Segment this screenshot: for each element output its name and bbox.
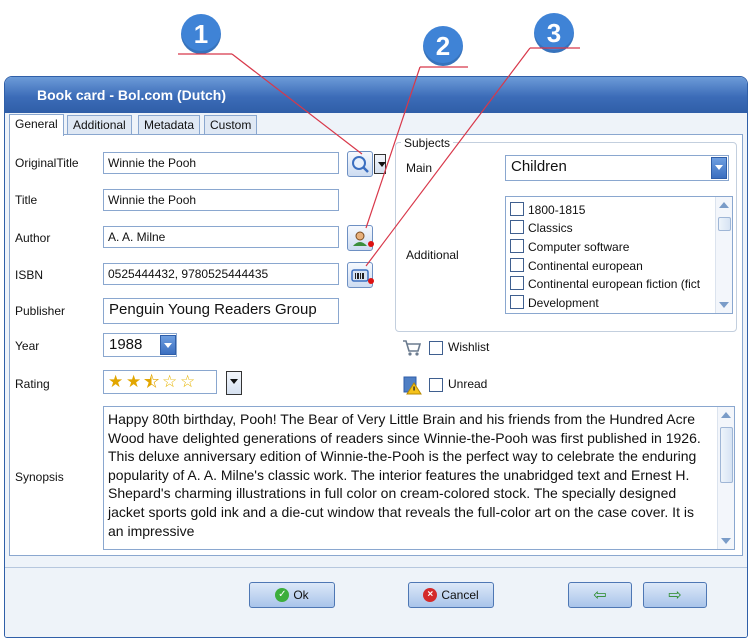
scroll-up-icon[interactable]: [721, 412, 731, 418]
year-label: Year: [15, 339, 40, 353]
scroll-down-icon[interactable]: [721, 538, 731, 544]
rating-star-icon[interactable]: ★: [108, 373, 123, 391]
callout-badge-1: 1: [181, 14, 221, 54]
original-title-label: OriginalTitle: [15, 156, 79, 170]
synopsis-text: Happy 80th birthday, Pooh! The Bear of V…: [108, 411, 701, 539]
scroll-down-icon[interactable]: [719, 302, 729, 308]
synopsis-scrollbar[interactable]: [717, 407, 734, 549]
window-title: Book card - Bol.com (Dutch): [37, 87, 227, 103]
scroll-thumb[interactable]: [720, 427, 733, 483]
checkbox[interactable]: [510, 239, 524, 253]
subjects-main-dropdown-arrow[interactable]: [711, 157, 727, 179]
scroll-up-icon[interactable]: [719, 202, 729, 208]
callout-dot-3: [368, 278, 374, 284]
subjects-main-select[interactable]: Children: [505, 155, 729, 181]
isbn-label: ISBN: [15, 268, 44, 282]
search-web-icon: [352, 156, 369, 173]
checkmark-icon: ✓: [275, 588, 290, 602]
original-title-search-button[interactable]: [347, 151, 373, 177]
wishlist-checkbox[interactable]: [429, 341, 443, 355]
original-title-field[interactable]: Winnie the Pooh: [103, 152, 339, 174]
rating-star-icon[interactable]: ★: [126, 373, 141, 391]
book-card-window: Book card - Bol.com (Dutch) General Addi…: [4, 76, 748, 638]
checkbox[interactable]: [510, 276, 524, 290]
callout-badge-2: 2: [423, 26, 463, 66]
tab-additional[interactable]: Additional: [67, 115, 132, 135]
wishlist-label: Wishlist: [448, 340, 490, 354]
synopsis-textarea[interactable]: Happy 80th birthday, Pooh! The Bear of V…: [103, 406, 735, 550]
author-lookup-button[interactable]: [347, 225, 374, 251]
next-record-button[interactable]: ⇨: [643, 582, 707, 608]
arrow-left-icon: ⇦: [593, 587, 607, 604]
arrow-right-icon: ⇨: [668, 587, 682, 604]
author-field[interactable]: A. A. Milne: [103, 226, 339, 248]
rating-stars[interactable]: ★ ★ ★ ☆ ☆: [103, 370, 217, 394]
unread-checkbox[interactable]: [429, 378, 443, 392]
list-item[interactable]: Classics: [510, 219, 573, 237]
publisher-field[interactable]: Penguin Young Readers Group: [103, 298, 339, 324]
callout-dot-2: [368, 241, 374, 247]
cart-icon: [403, 340, 422, 356]
rating-star-icon[interactable]: ☆: [162, 373, 177, 391]
unread-label: Unread: [448, 377, 488, 391]
tab-metadata[interactable]: Metadata: [138, 115, 201, 135]
isbn-field[interactable]: 0525444432, 9780525444435: [103, 263, 339, 285]
callout-badge-3: 3: [534, 13, 574, 53]
synopsis-label: Synopsis: [15, 470, 64, 484]
subjects-main-label: Main: [406, 161, 433, 175]
title-label: Title: [15, 193, 38, 207]
year-dropdown-arrow[interactable]: [160, 335, 176, 355]
list-item[interactable]: Continental european fiction (fict: [510, 275, 700, 293]
subjects-additional-list[interactable]: 1800-1815 Classics Computer software Con…: [505, 196, 733, 314]
title-bar[interactable]: Book card - Bol.com (Dutch): [5, 77, 747, 113]
warning-book-icon: [403, 376, 422, 395]
previous-record-button[interactable]: ⇦: [568, 582, 632, 608]
tab-custom-fields[interactable]: Custom fields: [204, 115, 258, 151]
subjects-group-title: Subjects: [401, 136, 454, 150]
checkbox[interactable]: [510, 220, 524, 234]
list-item[interactable]: 1800-1815: [510, 201, 585, 219]
list-item[interactable]: Continental european: [510, 257, 643, 275]
cancel-x-icon: ×: [423, 588, 438, 602]
title-field[interactable]: Winnie the Pooh: [103, 189, 339, 211]
original-title-dropdown[interactable]: [374, 154, 386, 174]
isbn-scan-button[interactable]: [347, 262, 374, 288]
subjects-additional-label: Additional: [406, 248, 459, 262]
rating-dropdown-arrow[interactable]: [226, 371, 242, 395]
checkbox[interactable]: [510, 202, 524, 216]
subjects-scrollbar[interactable]: [715, 197, 732, 313]
tab-general[interactable]: General: [9, 114, 64, 136]
scroll-thumb[interactable]: [718, 217, 731, 231]
rating-label: Rating: [15, 377, 50, 391]
rating-star-icon[interactable]: ☆: [180, 373, 195, 391]
checkbox[interactable]: [510, 295, 524, 309]
list-item[interactable]: Development: [510, 294, 599, 312]
rating-star-icon[interactable]: ★: [144, 373, 160, 392]
cancel-button[interactable]: × Cancel: [408, 582, 494, 608]
author-label: Author: [15, 231, 51, 245]
dialog-button-bar: [5, 567, 747, 637]
publisher-label: Publisher: [15, 304, 66, 318]
ok-button[interactable]: ✓ Ok: [249, 582, 335, 608]
list-item[interactable]: Computer software: [510, 238, 629, 256]
checkbox[interactable]: [510, 258, 524, 272]
